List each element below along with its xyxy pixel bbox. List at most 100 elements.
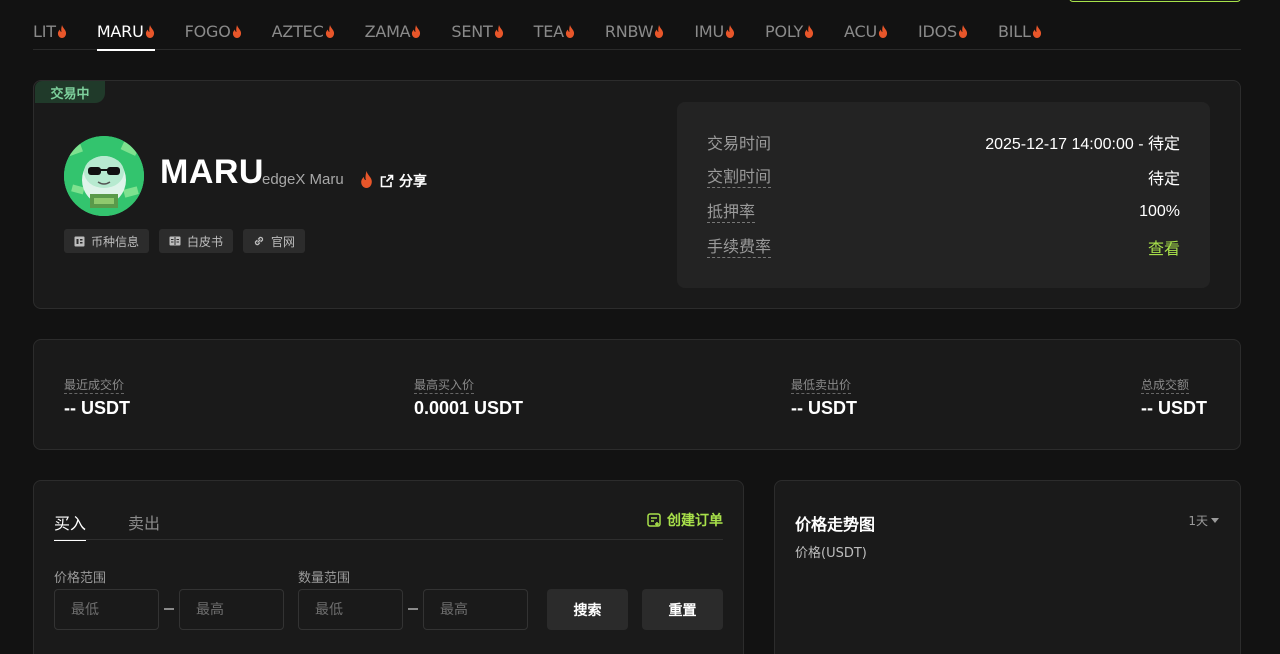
tab-lit[interactable]: LIT [33, 12, 67, 50]
tab-label: POLY [765, 21, 804, 41]
create-order-icon [647, 512, 661, 527]
tab-label: IMU [694, 21, 725, 41]
info-value: 待定 [1147, 171, 1180, 188]
orders-card: 买入 卖出 创建订单 价格范围 数量范围 搜索 重置 [33, 480, 744, 654]
tab-label: ACU [844, 21, 877, 41]
tab-sell[interactable]: 卖出 [128, 510, 160, 540]
tab-label: TEA [533, 21, 564, 41]
create-order-label: 创建订单 [667, 513, 723, 529]
tab-imu[interactable]: IMU [694, 12, 735, 50]
range-dash [408, 608, 418, 610]
tab-label: MARU [96, 21, 144, 41]
info-label[interactable]: 交割时间 [707, 167, 772, 188]
token-header-card: 交易中 MARU edgeX Maru 分享 币种信息 白皮书 官网 交易时间 … [33, 80, 1241, 309]
search-button[interactable]: 搜索 [547, 589, 628, 630]
flame-icon [412, 24, 421, 38]
status-badge: 交易中 [35, 81, 105, 103]
link-icon [254, 236, 264, 246]
stat-value: -- USDT [1141, 398, 1207, 418]
info-value: 2025-12-17 14:00:00 - 待定 [985, 136, 1180, 153]
info-row-trade-time: 交易时间 2025-12-17 14:00:00 - 待定 [707, 130, 1180, 154]
coin-name: edgeX Maru [262, 171, 344, 188]
trading-info-panel: 交易时间 2025-12-17 14:00:00 - 待定 交割时间 待定 抵押… [677, 102, 1210, 288]
stat-value: -- USDT [64, 398, 130, 418]
qty-max-input[interactable] [423, 589, 528, 630]
share-label: 分享 [399, 174, 427, 190]
whitepaper-chip[interactable]: 白皮书 [159, 229, 234, 253]
info-label: 交易时间 [707, 134, 772, 153]
stat-highest-bid: 最高买入价 0.0001 USDT [414, 374, 523, 419]
tab-acu[interactable]: ACU [844, 12, 888, 50]
chart-range-select[interactable]: 1天 [1188, 512, 1219, 529]
resource-chips: 币种信息 白皮书 官网 [64, 229, 306, 253]
flame-icon [958, 24, 968, 38]
token-tabs: LIT MARU FOGO AZTEC ZAMA SENT TEA RNBW IMU POLY AC… [33, 12, 1241, 51]
tab-label: FOGO [184, 21, 231, 41]
info-row-fee-rate: 手续费率 查看 [707, 235, 1180, 259]
reset-button[interactable]: 重置 [642, 589, 723, 630]
share-button[interactable]: 分享 [380, 171, 427, 191]
tab-zama[interactable]: ZAMA [365, 12, 422, 50]
tab-sent[interactable]: SENT [451, 12, 503, 50]
chart-title: 价格走势图 [795, 515, 876, 534]
stat-value: -- USDT [791, 398, 857, 418]
stat-lowest-ask: 最低卖出价 -- USDT [791, 374, 857, 419]
tab-label: ZAMA [364, 21, 411, 41]
chip-label: 币种信息 [91, 234, 140, 249]
coin-info-chip[interactable]: 币种信息 [64, 229, 150, 253]
stat-label[interactable]: 总成交额 [1141, 378, 1190, 394]
price-max-input[interactable] [179, 589, 284, 630]
price-chart-card: 价格走势图 价格(USDT) 1天 [774, 480, 1241, 654]
tab-buy[interactable]: 买入 [54, 510, 87, 541]
website-chip[interactable]: 官网 [243, 229, 306, 253]
price-min-input[interactable] [54, 589, 159, 630]
tab-label: SENT [451, 21, 493, 41]
range-label: 1天 [1188, 514, 1208, 528]
tab-rnbw[interactable]: RNBW [605, 12, 665, 50]
view-fee-link[interactable]: 查看 [1148, 235, 1180, 259]
tabs-divider [54, 539, 723, 540]
chip-label: 白皮书 [187, 234, 224, 249]
tab-label: AZTEC [271, 21, 324, 41]
flame-icon [494, 24, 503, 38]
coin-symbol: MARU [160, 153, 264, 191]
tab-tea[interactable]: TEA [534, 12, 575, 50]
info-label[interactable]: 手续费率 [707, 237, 772, 258]
tab-maru[interactable]: MARU [96, 12, 155, 51]
flame-icon [145, 24, 154, 38]
external-link-icon [380, 174, 394, 188]
info-label[interactable]: 抵押率 [707, 202, 756, 223]
tab-idos[interactable]: IDOS [918, 12, 968, 50]
tab-label: IDOS [918, 21, 957, 41]
tab-aztec[interactable]: AZTEC [272, 12, 335, 50]
tab-poly[interactable]: POLY [765, 12, 814, 50]
tab-fogo[interactable]: FOGO [185, 12, 242, 50]
avatar [64, 136, 144, 216]
stat-last-price: 最近成交价 -- USDT [64, 374, 130, 419]
info-row-delivery-time: 交割时间 待定 [707, 165, 1180, 189]
flame-icon [655, 24, 664, 38]
flame-icon [804, 24, 814, 38]
flame-icon [725, 24, 735, 38]
chevron-down-icon [1211, 518, 1219, 523]
stat-label[interactable]: 最近成交价 [64, 378, 125, 394]
chip-label: 官网 [271, 234, 296, 249]
flame-icon [325, 24, 334, 38]
flame-icon [361, 171, 372, 188]
tab-bill[interactable]: BILL [998, 12, 1042, 50]
info-value: 100% [1139, 203, 1180, 220]
stat-label[interactable]: 最高买入价 [414, 378, 475, 394]
stat-label[interactable]: 最低卖出价 [791, 378, 852, 394]
info-row-collateral-rate: 抵押率 100% [707, 200, 1180, 224]
range-dash [164, 608, 174, 610]
price-range-label: 价格范围 [54, 571, 107, 586]
tab-label: LIT [33, 21, 56, 41]
market-stats-card: 最近成交价 -- USDT 最高买入价 0.0001 USDT 最低卖出价 --… [33, 339, 1241, 450]
qty-min-input[interactable] [298, 589, 403, 630]
flame-icon [57, 24, 66, 38]
top-action-button[interactable] [1069, 0, 1241, 2]
create-order-button[interactable]: 创建订单 [647, 510, 723, 530]
qty-range-label: 数量范围 [298, 571, 351, 586]
chart-y-label: 价格(USDT) [795, 546, 867, 561]
flame-icon [232, 24, 241, 38]
